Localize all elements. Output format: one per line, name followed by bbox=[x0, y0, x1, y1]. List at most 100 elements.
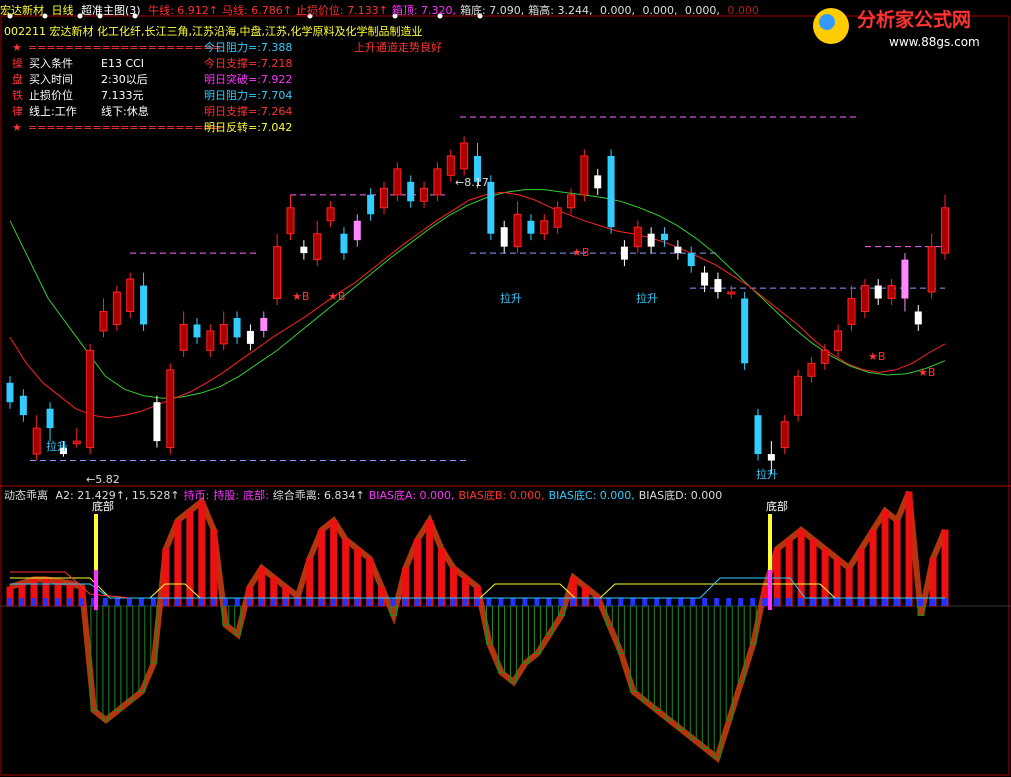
base-marker bbox=[570, 598, 576, 606]
bias-bar bbox=[318, 529, 326, 607]
candle-body bbox=[32, 427, 41, 455]
base-marker bbox=[798, 598, 804, 606]
high-price-label: ←8.17 bbox=[455, 176, 489, 189]
candle-body bbox=[914, 311, 922, 325]
stock-name[interactable]: 宏达新材 bbox=[0, 4, 44, 17]
candle-body bbox=[661, 233, 668, 241]
base-marker bbox=[102, 598, 108, 606]
bias-bar bbox=[809, 539, 817, 607]
bias-bar bbox=[426, 520, 434, 607]
candle-body bbox=[513, 213, 522, 248]
header-item: 箱顶: 7.320, bbox=[391, 4, 457, 17]
rule-text: ===================== bbox=[27, 41, 222, 54]
candle-body bbox=[727, 291, 736, 295]
stock-info: 002211 宏达新材 化工化纤,长江三角,江苏沿海,中盘,江苏,化学原料及化学… bbox=[4, 24, 422, 40]
header-item: 箱高: 3.244, bbox=[528, 4, 593, 17]
bias-bar bbox=[665, 605, 673, 721]
base-marker bbox=[18, 598, 24, 606]
base-marker bbox=[7, 598, 12, 606]
lower-item: BIAS底D: 0.000 bbox=[638, 489, 723, 502]
base-marker bbox=[642, 598, 648, 606]
base-marker bbox=[726, 598, 732, 606]
rule-tag: ★ bbox=[12, 121, 22, 134]
candle-body bbox=[166, 369, 175, 449]
candle-body bbox=[767, 454, 775, 461]
level-row: 明日阻力=:7.704 bbox=[204, 89, 293, 102]
candle-body bbox=[233, 317, 241, 338]
lower-item: A2: 21.429↑, 15.528↑ bbox=[55, 489, 180, 502]
base-marker bbox=[258, 598, 264, 606]
bias-bar bbox=[893, 520, 901, 607]
rule-text: 线上:工作 bbox=[29, 105, 77, 118]
base-marker bbox=[702, 598, 708, 606]
trend-note: 上升通道走势良好 bbox=[354, 41, 442, 54]
candle-body bbox=[260, 317, 268, 331]
bias-bar bbox=[162, 548, 170, 607]
candle-body bbox=[901, 259, 909, 299]
candle-body bbox=[860, 285, 869, 312]
rule-row: 律线上:工作 线下:休息 bbox=[12, 104, 221, 120]
base-marker bbox=[906, 598, 912, 606]
candle-body bbox=[99, 310, 108, 332]
level-row: 今日支撑=:7.218 bbox=[204, 57, 293, 70]
bias-bar bbox=[138, 605, 146, 692]
base-marker bbox=[894, 598, 900, 606]
candle-body bbox=[273, 246, 282, 300]
bias-bar bbox=[641, 605, 649, 702]
base-marker bbox=[438, 598, 444, 606]
period-label[interactable]: 日线 bbox=[52, 4, 74, 17]
base-marker bbox=[162, 598, 168, 606]
base-marker bbox=[114, 598, 120, 606]
candle-body bbox=[407, 181, 415, 202]
candle-body bbox=[580, 155, 589, 196]
candle-body bbox=[179, 323, 188, 351]
bias-bar bbox=[521, 605, 529, 664]
base-marker bbox=[210, 598, 216, 606]
base-marker bbox=[222, 598, 228, 606]
base-marker bbox=[30, 598, 36, 606]
lower-values: A2: 21.429↑, 15.528↑ 持币: 持股: 底部: 综合乖离: 6.834… bbox=[56, 489, 727, 502]
candle-body bbox=[326, 207, 335, 222]
candle-body bbox=[433, 168, 442, 196]
base-marker bbox=[534, 598, 540, 606]
ma-green-line bbox=[9, 189, 946, 399]
lower-item: 持股: bbox=[213, 489, 240, 502]
bias-bar bbox=[438, 548, 446, 607]
base-marker bbox=[342, 598, 348, 606]
base-marker bbox=[198, 598, 204, 606]
bias-bar bbox=[126, 605, 134, 702]
buy-signal: ★B bbox=[328, 290, 345, 303]
candle-body bbox=[620, 246, 628, 260]
buy-signal: ★B bbox=[572, 246, 589, 259]
candle-body bbox=[246, 330, 254, 344]
candle-body bbox=[313, 233, 322, 261]
candle-body bbox=[112, 291, 121, 325]
rule-text: 买入时间 bbox=[29, 73, 73, 86]
candle-body bbox=[741, 298, 749, 364]
candle-body bbox=[847, 298, 856, 325]
header-item: 0.000, bbox=[638, 4, 678, 17]
rule-row: ★ ===================== bbox=[12, 120, 221, 136]
candle-body bbox=[487, 181, 495, 234]
base-marker bbox=[186, 598, 192, 606]
base-marker bbox=[174, 598, 180, 606]
bias-bar bbox=[701, 605, 709, 749]
base-marker bbox=[390, 598, 396, 606]
trading-rules: ★ ===================== 操买入条件 E13 CCI 盘买入时间 2… bbox=[12, 40, 221, 136]
base-marker bbox=[270, 598, 276, 606]
candle-body bbox=[446, 155, 455, 176]
base-marker bbox=[786, 598, 792, 606]
bottom-label: 底部 bbox=[766, 499, 788, 513]
rule-tag: ★ bbox=[12, 41, 22, 54]
base-marker bbox=[918, 598, 924, 606]
base-marker bbox=[666, 598, 672, 606]
bottom-marker bbox=[768, 570, 772, 610]
candle-body bbox=[46, 408, 54, 429]
indicator-name[interactable]: 超准主图(3) bbox=[81, 4, 141, 17]
base-marker bbox=[774, 598, 780, 606]
bias-bar bbox=[210, 529, 218, 607]
candle-body bbox=[807, 362, 816, 377]
candle-body bbox=[86, 349, 95, 449]
rise-signal: 拉升 bbox=[636, 291, 658, 305]
candle-body bbox=[206, 330, 215, 351]
